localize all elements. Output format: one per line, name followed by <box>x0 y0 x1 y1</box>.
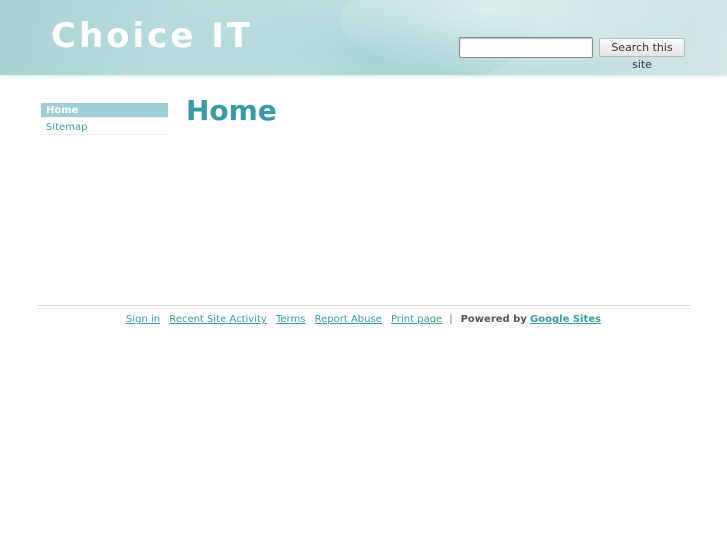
google-sites-link[interactable]: Google Sites <box>530 314 601 325</box>
header-divider <box>0 75 727 79</box>
search-input[interactable] <box>459 37 593 58</box>
terms-link[interactable]: Terms <box>276 314 305 325</box>
sidebar-item-home[interactable]: Home <box>41 103 168 118</box>
recent-site-activity-link[interactable]: Recent Site Activity <box>169 314 267 325</box>
sidebar-nav: Home Sitemap <box>41 103 168 135</box>
powered-by-label: Powered by <box>460 314 527 325</box>
search-button[interactable]: Search this site <box>599 38 685 71</box>
footer-divider <box>37 305 691 309</box>
print-page-link[interactable]: Print page <box>391 314 442 325</box>
site-header: Choice IT Search this site <box>0 0 727 75</box>
footer: Sign in Recent Site Activity Terms Repor… <box>0 314 727 325</box>
footer-separator: | <box>449 314 453 325</box>
report-abuse-link[interactable]: Report Abuse <box>315 314 382 325</box>
page-title: Home <box>186 94 277 127</box>
site-title[interactable]: Choice IT <box>51 16 253 56</box>
sign-in-link[interactable]: Sign in <box>126 314 160 325</box>
sidebar-item-sitemap[interactable]: Sitemap <box>41 120 168 135</box>
